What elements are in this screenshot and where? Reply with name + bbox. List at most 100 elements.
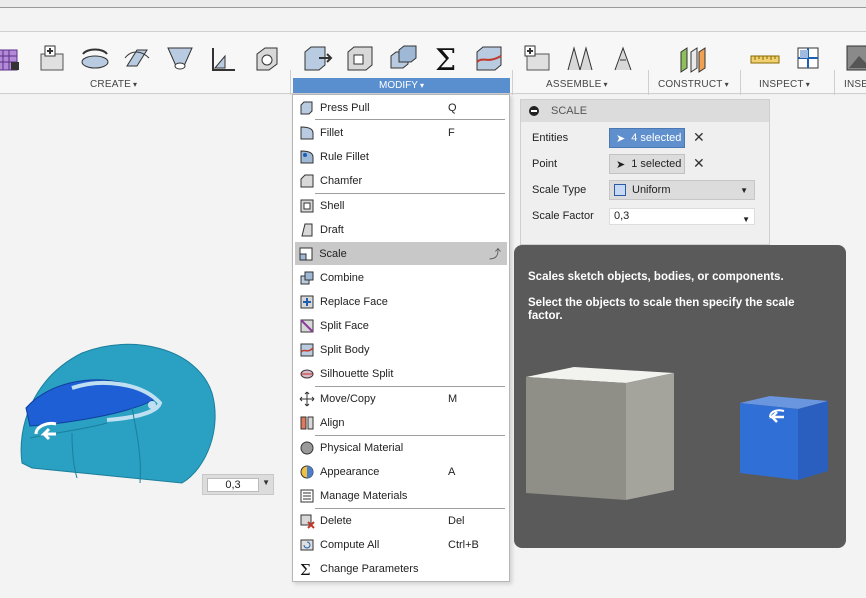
shell-icon bbox=[298, 197, 315, 214]
split-face-icon bbox=[298, 317, 315, 334]
insert-image-icon[interactable] bbox=[844, 41, 866, 75]
menu-item-physical-material[interactable]: Physical Material bbox=[295, 436, 507, 459]
press-pull-icon[interactable] bbox=[300, 41, 334, 75]
tooltip-description: Scales sketch objects, bodies, or compon… bbox=[528, 271, 784, 283]
sketch-icon[interactable] bbox=[34, 41, 68, 75]
tab-bar bbox=[0, 8, 866, 32]
scale-value-field[interactable]: 0,3 bbox=[207, 478, 259, 492]
physical-material-icon bbox=[298, 439, 315, 456]
compute-all-icon bbox=[298, 536, 315, 553]
menu-item-compute-all[interactable]: Compute All Ctrl+B bbox=[295, 533, 507, 556]
create-group-label[interactable]: CREATE ▾ bbox=[90, 79, 137, 90]
parameters-sigma-icon: Σ bbox=[298, 560, 315, 577]
scale-factor-row: Scale Factor 0,3 ▼ bbox=[521, 204, 771, 228]
box-icon[interactable] bbox=[250, 41, 284, 75]
dialog-header[interactable]: SCALE bbox=[521, 100, 769, 122]
form-icon[interactable] bbox=[0, 41, 26, 75]
menu-item-manage-materials[interactable]: Manage Materials bbox=[295, 484, 507, 507]
shell-icon[interactable] bbox=[343, 41, 377, 75]
press-pull-icon bbox=[298, 99, 315, 116]
replace-face-icon bbox=[298, 293, 315, 310]
point-select-button[interactable]: ➤ 1 selected bbox=[609, 154, 685, 174]
scale-factor-label: Scale Factor bbox=[532, 210, 594, 222]
tooltip-instruction: Select the objects to scale then specify… bbox=[528, 297, 795, 322]
entities-row: Entities ➤ 4 selected ✕ bbox=[521, 126, 771, 150]
scale-factor-input[interactable]: 0,3 ▼ bbox=[609, 208, 755, 225]
scale-type-row: Scale Type Uniform ▼ bbox=[521, 178, 771, 202]
svg-text:Σ: Σ bbox=[300, 561, 311, 577]
measure-icon[interactable] bbox=[748, 41, 782, 75]
delete-icon bbox=[298, 512, 315, 529]
menu-item-split-body[interactable]: Split Body bbox=[295, 338, 507, 361]
menu-item-delete[interactable]: Delete Del bbox=[295, 509, 507, 532]
combine-icon[interactable] bbox=[386, 41, 420, 75]
cursor-arrow-icon: ➤ bbox=[616, 158, 626, 171]
scale-illustration bbox=[526, 367, 828, 500]
modify-group-label[interactable]: MODIFY ▾ bbox=[293, 78, 510, 93]
manage-materials-icon bbox=[298, 487, 315, 504]
fillet-icon bbox=[298, 124, 315, 141]
menu-item-change-parameters[interactable]: Σ Change Parameters bbox=[295, 557, 507, 580]
chevron-down-icon: ▼ bbox=[740, 186, 748, 195]
pin-icon[interactable]: ⤴ bbox=[489, 245, 501, 262]
dialog-title: SCALE bbox=[551, 105, 588, 117]
menu-item-shell[interactable]: Shell bbox=[295, 194, 507, 217]
construct-group-label[interactable]: CONSTRUCT ▾ bbox=[658, 79, 729, 90]
menu-item-press-pull[interactable]: Press Pull Q bbox=[295, 96, 507, 119]
menu-item-rule-fillet[interactable]: Rule Fillet bbox=[295, 145, 507, 168]
joint-icon[interactable] bbox=[563, 41, 597, 75]
move-icon bbox=[298, 390, 315, 407]
rib-icon[interactable] bbox=[206, 41, 240, 75]
modify-dropdown-menu: Press Pull Q Fillet F Rule Fillet Chamfe… bbox=[292, 94, 510, 582]
menu-item-combine[interactable]: Combine bbox=[295, 266, 507, 289]
menu-item-split-face[interactable]: Split Face bbox=[295, 314, 507, 337]
svg-text:Σ: Σ bbox=[435, 43, 456, 74]
scale-dialog: SCALE Entities ➤ 4 selected ✕ Point ➤ 1 … bbox=[520, 99, 770, 245]
clear-point-icon[interactable]: ✕ bbox=[693, 155, 705, 172]
menu-item-replace-face[interactable]: Replace Face bbox=[295, 290, 507, 313]
point-label: Point bbox=[532, 158, 558, 170]
title-strip bbox=[0, 0, 866, 8]
menu-item-move-copy[interactable]: Move/Copy M bbox=[295, 387, 507, 410]
section-analysis-icon[interactable] bbox=[791, 41, 825, 75]
chevron-down-icon[interactable]: ▼ bbox=[742, 212, 750, 227]
menu-item-chamfer[interactable]: Chamfer bbox=[295, 169, 507, 192]
offset-plane-icon[interactable] bbox=[676, 41, 710, 75]
collapse-icon[interactable] bbox=[529, 106, 539, 116]
helmet-model[interactable] bbox=[12, 338, 222, 493]
new-component-icon[interactable] bbox=[520, 41, 554, 75]
as-built-joint-icon[interactable] bbox=[606, 41, 640, 75]
split-body-icon[interactable] bbox=[472, 41, 506, 75]
chamfer-icon bbox=[298, 172, 315, 189]
menu-item-silhouette-split[interactable]: Silhouette Split bbox=[295, 362, 507, 385]
uniform-scale-icon bbox=[614, 184, 626, 196]
menu-item-draft[interactable]: Draft bbox=[295, 218, 507, 241]
inspect-group-label[interactable]: INSPECT ▾ bbox=[759, 79, 810, 90]
parameters-sigma-icon[interactable]: Σ bbox=[429, 41, 463, 75]
split-body-icon bbox=[298, 341, 315, 358]
scale-value-input-box[interactable]: 0,3 ▼ bbox=[202, 474, 274, 495]
revolve-icon[interactable] bbox=[78, 41, 112, 75]
assemble-group-label[interactable]: ASSEMBLE ▾ bbox=[546, 79, 608, 90]
clear-entities-icon[interactable]: ✕ bbox=[693, 129, 705, 146]
scale-type-dropdown[interactable]: Uniform ▼ bbox=[609, 180, 755, 200]
loft-icon[interactable] bbox=[163, 41, 197, 75]
combine-icon bbox=[298, 269, 315, 286]
menu-item-appearance[interactable]: Appearance A bbox=[295, 460, 507, 483]
entities-label: Entities bbox=[532, 132, 569, 144]
menu-item-scale[interactable]: Scale ⤴ bbox=[295, 242, 507, 265]
sweep-icon[interactable] bbox=[120, 41, 154, 75]
scale-type-label: Scale Type bbox=[532, 184, 587, 196]
chevron-down-icon[interactable]: ▼ bbox=[262, 478, 270, 487]
entities-select-button[interactable]: ➤ 4 selected bbox=[609, 128, 685, 148]
appearance-icon bbox=[298, 463, 315, 480]
menu-item-align[interactable]: Align bbox=[295, 411, 507, 434]
align-icon bbox=[298, 414, 315, 431]
scale-tooltip: Scales sketch objects, bodies, or compon… bbox=[514, 245, 846, 548]
insert-group-label[interactable]: INSE bbox=[844, 79, 866, 90]
menu-item-fillet[interactable]: Fillet F bbox=[295, 121, 507, 144]
scale-icon bbox=[298, 245, 314, 262]
rule-fillet-icon bbox=[298, 148, 315, 165]
point-row: Point ➤ 1 selected ✕ bbox=[521, 152, 771, 176]
silhouette-split-icon bbox=[298, 365, 315, 382]
